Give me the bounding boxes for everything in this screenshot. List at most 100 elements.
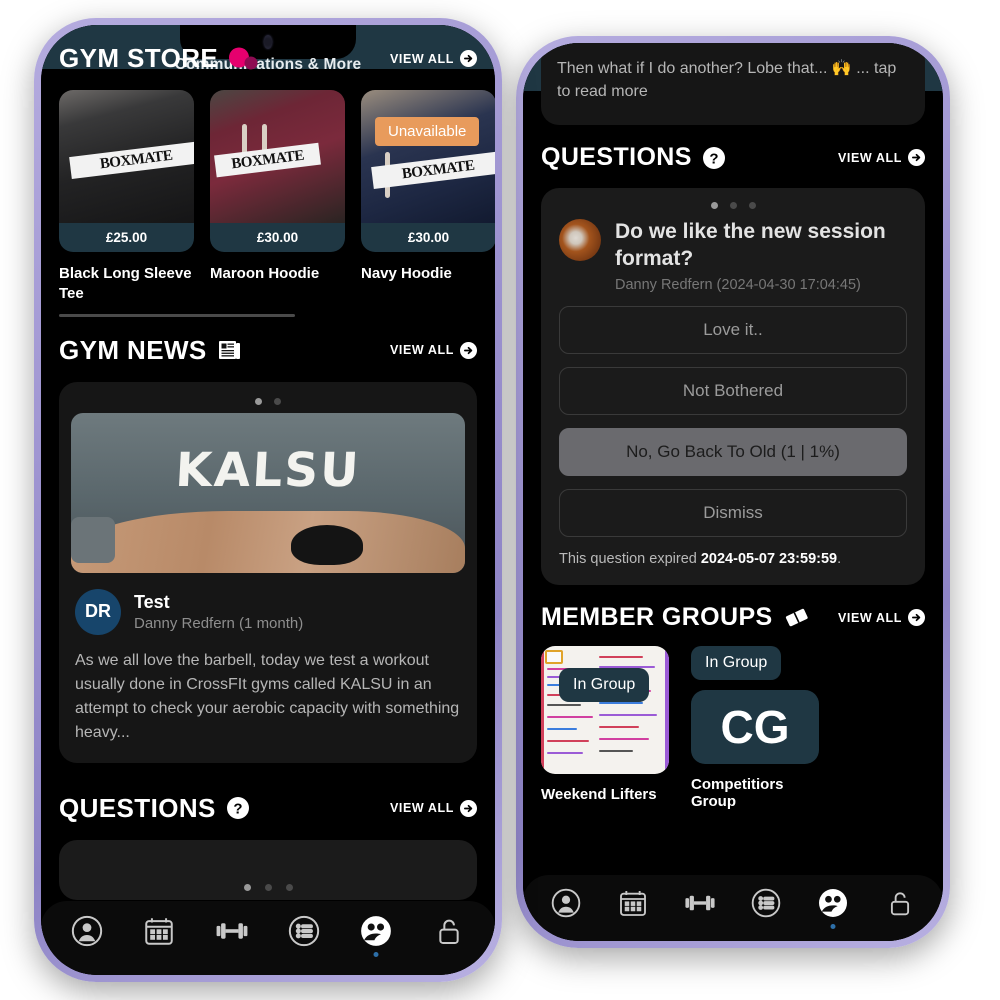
in-group-badge: In Group [691, 646, 782, 681]
svg-text:?: ? [233, 801, 242, 818]
section-header-member-groups: MEMBER GROUPS VIEW ALL [523, 603, 943, 632]
view-all-label: VIEW ALL [389, 801, 454, 816]
section-header-questions-right: QUESTIONS ? VIEW ALL [523, 143, 943, 172]
question-card: Do we like the new session format? Danny… [541, 188, 925, 586]
nav-unlock[interactable] [426, 908, 472, 954]
nav-workouts[interactable] [677, 880, 723, 926]
section-title: QUESTIONS [541, 143, 692, 172]
group-thumbnail: In Group [541, 646, 669, 775]
product-name: Navy Hoodie [361, 265, 452, 282]
news-body: As we all love the barbell, today we tes… [75, 651, 460, 741]
news-meta: Danny Redfern (1 month) [134, 614, 304, 632]
group-initials-thumb: CG [691, 690, 819, 765]
section-header-gym-store: GYM STORE VIEW ALL [41, 43, 495, 74]
view-all-questions-button[interactable]: VIEW ALL [389, 799, 477, 817]
ticket-icon [783, 605, 811, 631]
section-title: MEMBER GROUPS [541, 603, 773, 632]
unavailable-badge: Unavailable [375, 117, 480, 146]
arrow-right-icon [460, 341, 477, 359]
question-carousel-dots[interactable] [559, 198, 907, 217]
question-carousel-dots[interactable] [41, 884, 495, 891]
group-name: Competitiors Group [691, 776, 784, 811]
bottom-nav-right [523, 875, 943, 941]
group-card-1[interactable]: In Group CG Competitiors Group [691, 646, 819, 810]
view-all-questions-button[interactable]: VIEW ALL [837, 149, 925, 167]
nav-unlock[interactable] [877, 880, 923, 926]
view-all-label: VIEW ALL [389, 51, 454, 66]
pink-circles-icon [228, 46, 258, 72]
arrow-right-icon [908, 149, 925, 167]
arrow-right-icon [908, 609, 925, 627]
product-card-0[interactable]: BOXMATE £25.00 Black Long Sleeve Tee [59, 90, 194, 304]
avatar: DR [75, 588, 121, 635]
section-title: GYM STORE [59, 43, 219, 73]
view-all-label: VIEW ALL [837, 610, 902, 625]
expiry-suffix: . [837, 551, 842, 568]
section-header-gym-news: GYM NEWS VIEW ALL [41, 335, 495, 366]
product-image: BOXMATE [59, 90, 194, 223]
phone-device-right: Communications & More Then what if I do … [516, 36, 950, 948]
news-image-text: KALSU [174, 442, 362, 498]
expiry-date: 2024-05-07 23:59:59 [700, 551, 838, 568]
news-image: KALSU [71, 412, 465, 573]
nav-calendar[interactable] [610, 880, 656, 926]
view-all-label: VIEW ALL [389, 343, 454, 358]
arrow-right-icon [460, 799, 477, 817]
screen-right: Communications & More Then what if I do … [523, 43, 943, 941]
product-name: Black Long Sleeve Tee [59, 265, 192, 302]
nav-active-indicator [373, 952, 379, 957]
view-all-store-button[interactable]: VIEW ALL [390, 50, 477, 67]
section-title: QUESTIONS [59, 792, 216, 823]
svg-text:?: ? [709, 150, 718, 167]
product-name: Maroon Hoodie [210, 265, 320, 282]
question-option-1[interactable]: Not Bothered [559, 367, 907, 416]
avatar [559, 219, 601, 262]
newspaper-icon [217, 338, 243, 362]
bottom-nav-left [41, 901, 495, 975]
screenshot-stage: Communications & More Then what if I do … [0, 0, 1000, 1000]
product-price: £30.00 [361, 223, 495, 252]
store-products-row: BOXMATE £25.00 Black Long Sleeve Tee BOX… [41, 90, 495, 304]
product-image: BOXMATE [210, 90, 345, 223]
store-scroll-indicator[interactable] [59, 313, 295, 317]
question-option-2[interactable]: No, Go Back To Old (1 | 1%) [559, 428, 907, 477]
expiry-prefix: This question expired [559, 551, 701, 568]
phone-device-left: Communications & More GYM STORE VIEW ALL [34, 18, 502, 982]
product-price: £30.00 [210, 223, 345, 252]
read-more-snippet[interactable]: Then what if I do another? Lobe that... … [541, 43, 925, 126]
whiteboard-photo [541, 646, 669, 775]
view-all-groups-button[interactable]: VIEW ALL [837, 609, 925, 627]
product-card-2[interactable]: BOXMATE Unavailable £30.00 Navy Hoodie [361, 90, 495, 304]
question-title: Do we like the new session format? [615, 220, 886, 270]
news-card[interactable]: KALSU DR Test Danny Redfern (1 month) As… [59, 381, 477, 763]
view-all-label: VIEW ALL [837, 150, 902, 165]
nav-active-indicator [830, 924, 836, 929]
group-card-0[interactable]: In Group Weekend Lifters [541, 646, 669, 810]
nav-list[interactable] [281, 908, 327, 954]
question-expiry: This question expired 2024-05-07 23:59:5… [559, 551, 907, 567]
question-mark-icon: ? [226, 796, 250, 820]
question-mark-icon: ? [702, 146, 726, 170]
product-price: £25.00 [59, 223, 194, 252]
news-title: Test [134, 591, 170, 612]
section-header-questions-left: QUESTIONS ? VIEW ALL [41, 793, 495, 824]
question-option-0[interactable]: Love it.. [559, 306, 907, 355]
member-groups-row: In Group Weekend Lifters In Group CG Com… [523, 646, 943, 810]
nav-people[interactable] [353, 908, 399, 957]
nav-workouts[interactable] [209, 908, 255, 954]
view-all-news-button[interactable]: VIEW ALL [389, 341, 477, 359]
nav-people[interactable] [810, 880, 856, 929]
news-carousel-dots[interactable] [71, 394, 465, 413]
question-meta: Danny Redfern (2024-04-30 17:04:45) [615, 277, 861, 294]
question-option-3[interactable]: Dismiss [559, 489, 907, 538]
arrow-right-icon [460, 50, 477, 67]
nav-profile[interactable] [543, 880, 589, 926]
product-card-1[interactable]: BOXMATE £30.00 Maroon Hoodie [210, 90, 345, 304]
in-group-badge: In Group [559, 668, 650, 703]
section-title: GYM NEWS [59, 334, 207, 365]
product-image: BOXMATE Unavailable [361, 90, 495, 223]
nav-profile[interactable] [64, 908, 110, 954]
group-name: Weekend Lifters [541, 786, 657, 804]
nav-calendar[interactable] [136, 908, 182, 954]
nav-list[interactable] [743, 880, 789, 926]
